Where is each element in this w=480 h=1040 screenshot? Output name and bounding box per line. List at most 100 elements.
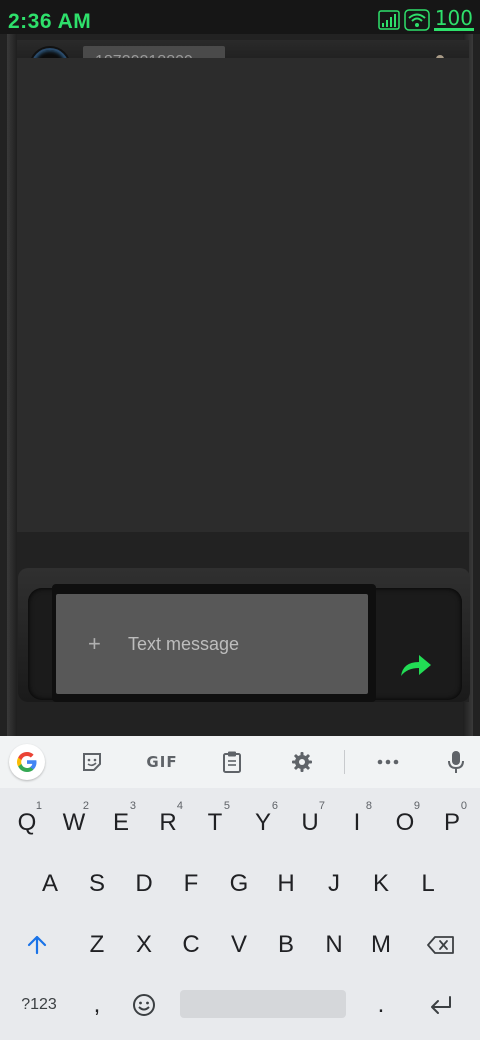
key-label: H [277, 870, 295, 897]
key-j[interactable]: J [311, 859, 357, 909]
backspace-icon [427, 936, 454, 954]
key-hint: 3 [129, 800, 136, 812]
microphone-icon [448, 751, 464, 773]
key-label: Q [17, 809, 37, 836]
key-i[interactable]: I8 [334, 798, 380, 848]
period-key[interactable]: . [358, 980, 404, 1030]
key-hint: 9 [413, 800, 420, 812]
key-label: W [62, 809, 86, 836]
key-x[interactable]: X [121, 920, 167, 970]
emoji-smile-icon [133, 994, 155, 1016]
key-label: N [325, 931, 343, 958]
key-s[interactable]: S [74, 859, 120, 909]
key-hint: 5 [223, 800, 230, 812]
key-label: , [93, 991, 101, 1018]
key-l[interactable]: L [405, 859, 451, 909]
enter-key[interactable] [418, 980, 464, 1030]
key-label: S [88, 870, 105, 897]
key-label: P [443, 809, 460, 836]
key-p[interactable]: P0 [429, 798, 475, 848]
key-t[interactable]: T5 [192, 798, 238, 848]
wifi-icon [404, 8, 430, 31]
key-label: B [277, 931, 294, 958]
key-g[interactable]: G [216, 859, 262, 909]
key-label: F [183, 870, 199, 897]
key-label: C [182, 931, 200, 958]
key-label: A [41, 870, 58, 897]
key-hint: 2 [82, 800, 89, 812]
key-z[interactable]: Z [74, 920, 120, 970]
key-label: . [377, 991, 385, 1018]
key-r[interactable]: R4 [145, 798, 191, 848]
key-label: E [112, 809, 129, 836]
key-h[interactable]: H [263, 859, 309, 909]
message-list[interactable] [17, 58, 469, 532]
key-n[interactable]: N [311, 920, 357, 970]
enter-arrow-icon [431, 996, 451, 1014]
key-label: D [135, 870, 153, 897]
backspace-key[interactable] [418, 920, 464, 970]
key-hint: 1 [35, 800, 42, 812]
google-g-icon [17, 752, 37, 772]
attach-button[interactable]: + [88, 631, 104, 657]
key-u[interactable]: U7 [287, 798, 333, 848]
settings-button[interactable] [286, 746, 318, 778]
key-f[interactable]: F [168, 859, 214, 909]
voice-input-button[interactable] [440, 746, 472, 778]
key-label: J [328, 870, 340, 897]
key-label: Z [89, 931, 105, 958]
send-arrow-icon [401, 655, 431, 676]
key-label: O [395, 809, 415, 836]
key-w[interactable]: W2 [51, 798, 97, 848]
gif-button[interactable]: GIF [140, 746, 184, 778]
key-q[interactable]: Q1 [4, 798, 50, 848]
battery-level: 100 [433, 6, 474, 31]
key-o[interactable]: O9 [382, 798, 428, 848]
frame-rail-left [7, 34, 17, 736]
message-placeholder: Text message [128, 633, 240, 654]
key-d[interactable]: D [121, 859, 167, 909]
key-label: I [353, 809, 361, 836]
key-label: M [371, 931, 391, 958]
more-options-button[interactable] [372, 746, 404, 778]
key-label: Y [254, 809, 271, 836]
space-bar[interactable] [180, 990, 346, 1018]
key-v[interactable]: V [216, 920, 262, 970]
key-label: K [372, 870, 389, 897]
message-input[interactable]: + Text message [56, 594, 368, 694]
key-label: T [207, 809, 223, 836]
more-horizontal-icon [377, 759, 399, 765]
google-search-button[interactable] [9, 744, 45, 780]
toolbar-divider [344, 750, 345, 774]
keyboard: G I F Q 1 W 2 E 3 R 4 T 5 Y 6 U 7 I 8 O 9 … [0, 736, 480, 1040]
key-c[interactable]: C [168, 920, 214, 970]
key-m[interactable]: M [358, 920, 404, 970]
key-y[interactable]: Y6 [240, 798, 286, 848]
status-icons: 100 [378, 8, 474, 31]
gear-icon [292, 752, 312, 772]
cellular-signal-icon [378, 9, 400, 30]
sticker-button[interactable] [76, 746, 108, 778]
shift-key[interactable] [14, 920, 60, 970]
sticker-icon [83, 753, 101, 771]
key-hint: 6 [271, 800, 278, 812]
symbols-key[interactable]: ?123 [12, 980, 66, 1030]
key-hint: 7 [318, 800, 325, 812]
key-hint: 0 [460, 800, 467, 812]
keyboard-toolbar: GIF [0, 736, 480, 788]
key-b[interactable]: B [263, 920, 309, 970]
shift-arrow-icon [27, 935, 47, 955]
key-e[interactable]: E3 [98, 798, 144, 848]
emoji-key[interactable] [121, 980, 167, 1030]
key-label: V [230, 931, 247, 958]
status-time: 2:36 AM [8, 10, 92, 33]
key-a[interactable]: A [27, 859, 73, 909]
clipboard-button[interactable] [216, 746, 248, 778]
key-label: G [229, 870, 249, 897]
key-label: U [301, 809, 319, 836]
key-hint: 4 [176, 800, 183, 812]
send-button[interactable] [396, 648, 436, 682]
gif-label: GIF [146, 753, 178, 771]
comma-key[interactable]: , [74, 980, 120, 1030]
key-k[interactable]: K [358, 859, 404, 909]
